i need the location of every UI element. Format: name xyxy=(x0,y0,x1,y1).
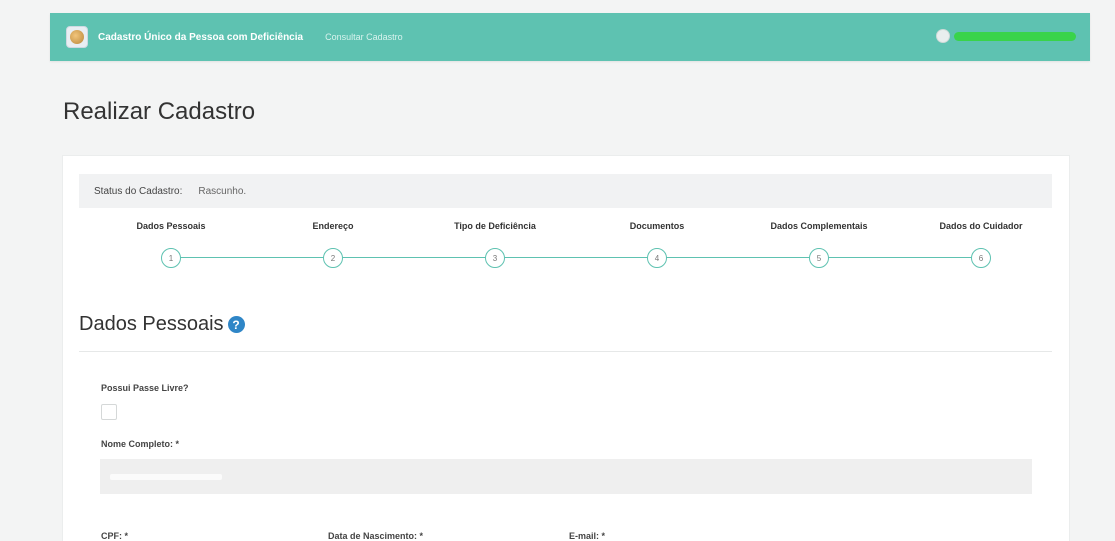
status-bar: Status do Cadastro: Rascunho. xyxy=(79,174,1052,208)
step-label: Dados do Cuidador xyxy=(939,221,1023,231)
step-label: Tipo de Deficiência xyxy=(454,221,536,231)
status-value: Rascunho. xyxy=(198,185,247,197)
nome-redacted-value xyxy=(110,474,222,480)
section-divider xyxy=(79,351,1052,352)
user-menu[interactable] xyxy=(936,29,1076,43)
nome-completo-label: Nome Completo: * xyxy=(101,439,180,449)
step-label: Dados Complementais xyxy=(770,221,868,231)
user-name-redacted[interactable] xyxy=(954,31,1076,41)
page-title: Realizar Cadastro xyxy=(63,98,256,125)
nome-completo-input[interactable] xyxy=(100,459,1032,494)
step-documentos[interactable]: Documentos 4 xyxy=(577,218,737,268)
step-number[interactable]: 1 xyxy=(161,248,181,268)
step-endereco[interactable]: Endereço 2 xyxy=(253,218,413,268)
step-dados-complementais[interactable]: Dados Complementais 5 xyxy=(739,218,899,268)
step-number[interactable]: 3 xyxy=(485,248,505,268)
top-navbar: Cadastro Único da Pessoa com Deficiência… xyxy=(50,13,1090,61)
step-number[interactable]: 5 xyxy=(809,248,829,268)
step-number[interactable]: 4 xyxy=(647,248,667,268)
registration-card: Status do Cadastro: Rascunho. Dados Pess… xyxy=(62,155,1070,541)
user-avatar-icon[interactable] xyxy=(936,29,950,43)
email-label: E-mail: * xyxy=(569,531,606,541)
step-label: Documentos xyxy=(629,221,685,231)
step-label: Endereço xyxy=(312,221,354,231)
cpf-label: CPF: * xyxy=(101,531,128,541)
step-label: Dados Pessoais xyxy=(136,221,206,231)
question-circle-icon[interactable]: ? xyxy=(227,316,245,333)
passe-livre-label: Possui Passe Livre? xyxy=(101,383,189,393)
brand-title[interactable]: Cadastro Único da Pessoa com Deficiência xyxy=(98,32,303,43)
nav-link-consultar-cadastro[interactable]: Consultar Cadastro xyxy=(325,32,403,42)
app-logo-icon[interactable] xyxy=(66,26,88,48)
step-tipo-deficiencia[interactable]: Tipo de Deficiência 3 xyxy=(415,218,575,268)
section-title-text: Dados Pessoais xyxy=(79,313,224,335)
step-number[interactable]: 6 xyxy=(971,248,991,268)
data-nascimento-label: Data de Nascimento: * xyxy=(328,531,424,541)
wizard-steps: Dados Pessoais 1 Endereço 2 Tipo de Defi… xyxy=(63,218,1071,278)
passe-livre-checkbox[interactable] xyxy=(101,404,117,420)
status-label: Status do Cadastro: xyxy=(94,185,183,197)
step-dados-pessoais[interactable]: Dados Pessoais 1 xyxy=(91,218,251,268)
section-title: Dados Pessoais ? xyxy=(79,313,245,336)
step-dados-cuidador[interactable]: Dados do Cuidador 6 xyxy=(901,218,1061,268)
step-number[interactable]: 2 xyxy=(323,248,343,268)
